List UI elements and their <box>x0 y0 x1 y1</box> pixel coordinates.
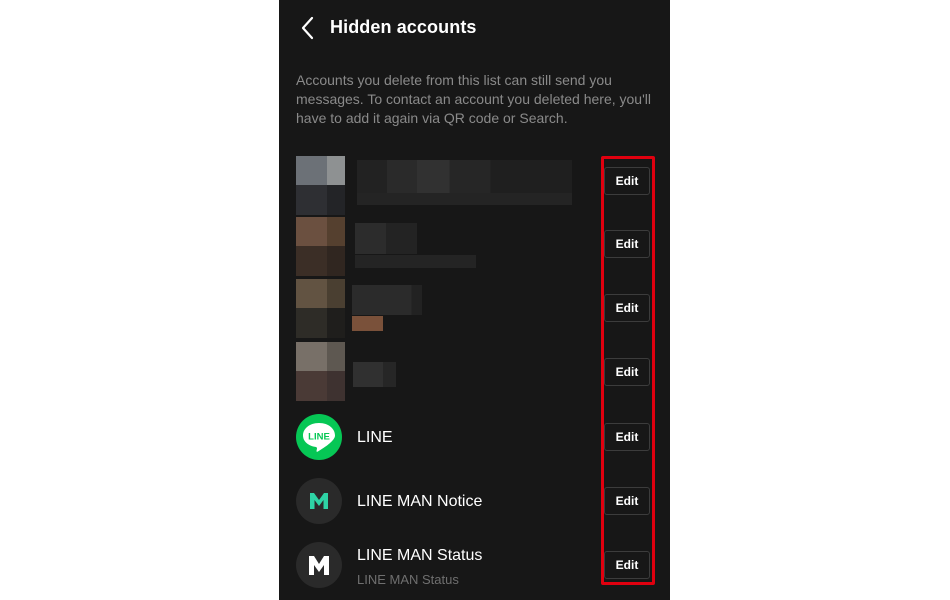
chevron-left-icon <box>301 16 314 40</box>
description-text: Accounts you delete from this list can s… <box>296 72 651 126</box>
redacted-name <box>357 160 572 193</box>
account-name: LINE MAN Status <box>357 547 483 564</box>
header: Hidden accounts <box>279 0 670 56</box>
svg-text:LINE: LINE <box>308 432 330 443</box>
edit-buttons-highlight <box>601 156 655 585</box>
redacted-name <box>352 285 422 315</box>
avatar <box>296 342 345 401</box>
avatar <box>296 156 345 215</box>
page-title: Hidden accounts <box>330 17 477 37</box>
line-man-logo-icon <box>296 542 342 588</box>
account-name: LINE MAN Notice <box>357 493 483 510</box>
back-button[interactable] <box>295 12 323 44</box>
redacted-name <box>355 223 417 254</box>
account-name: LINE <box>357 429 393 446</box>
account-subtitle: LINE MAN Status <box>357 572 459 587</box>
redacted-subtitle <box>357 193 572 205</box>
redacted-subtitle <box>352 316 383 331</box>
avatar <box>296 279 345 338</box>
avatar <box>296 217 345 276</box>
line-logo-icon: LINE <box>296 414 342 460</box>
redacted-subtitle <box>355 255 476 268</box>
line-man-logo-icon <box>296 478 342 524</box>
redacted-name <box>353 362 396 387</box>
